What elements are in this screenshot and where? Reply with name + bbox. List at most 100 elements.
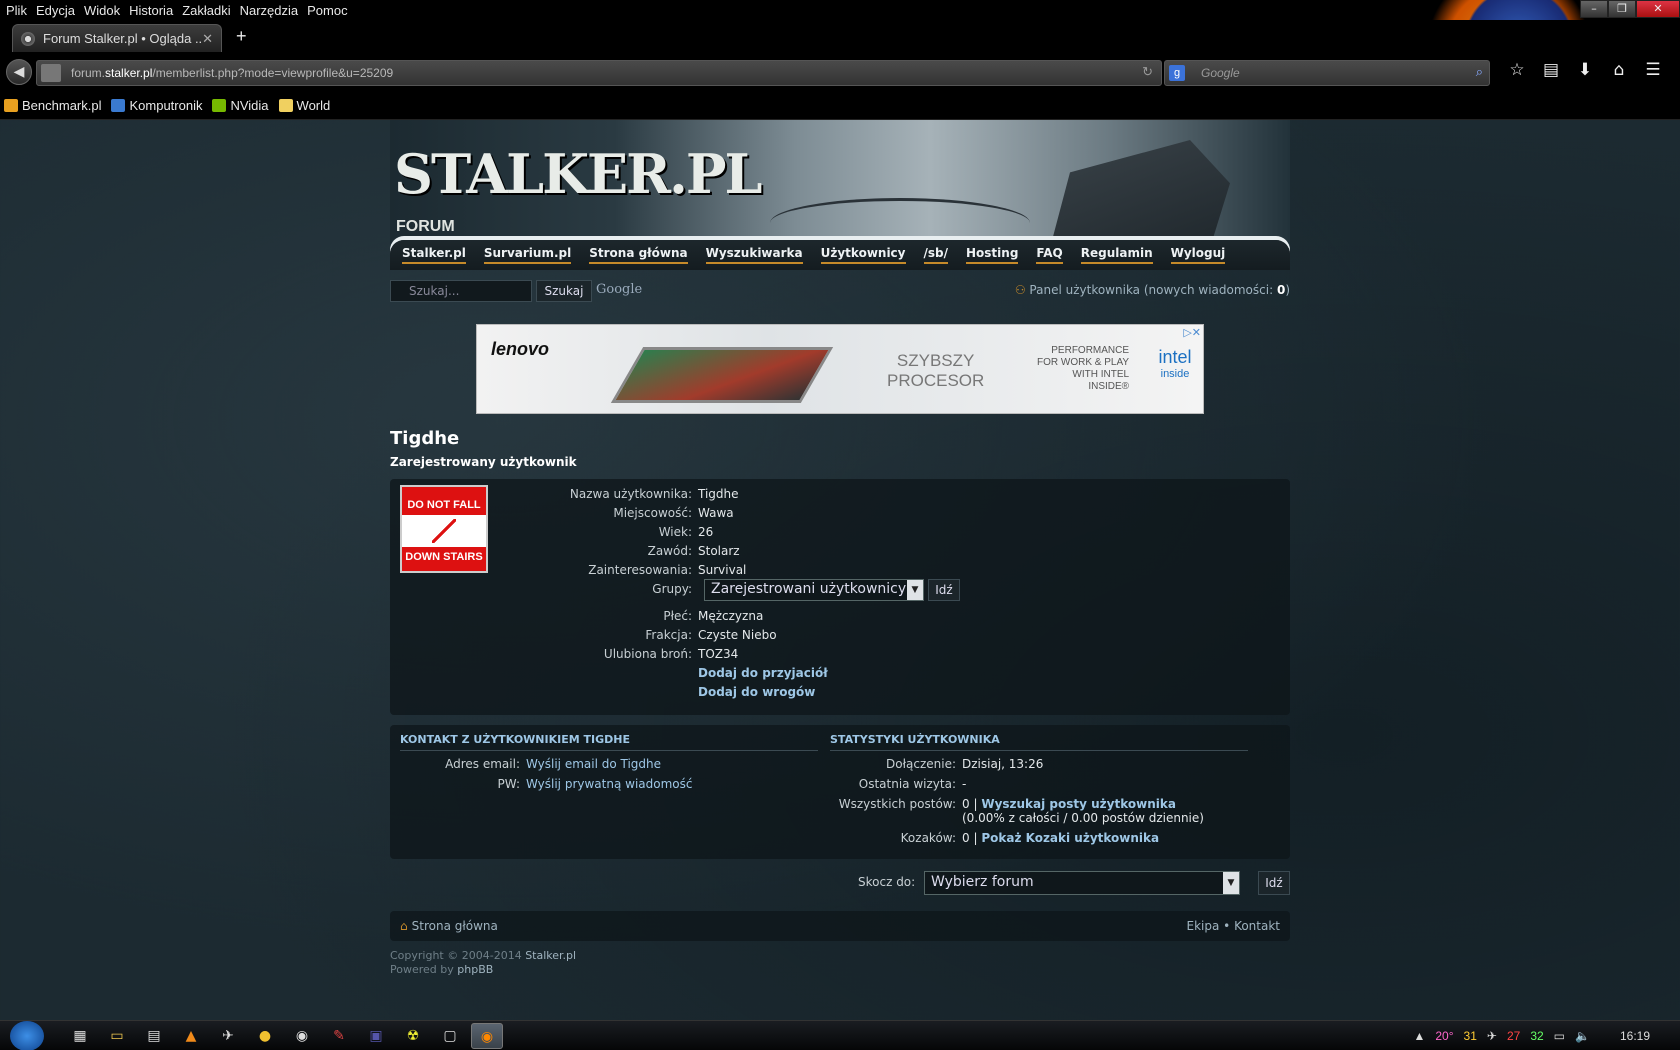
joined-row: Dołączenie: Dzisiaj, 13:26: [830, 757, 1248, 771]
ad-close-icon[interactable]: ▷✕: [1183, 326, 1201, 339]
field-groups: Grupy:: [390, 582, 698, 596]
new-tab-button[interactable]: +: [236, 26, 247, 47]
bookmark-nvidia[interactable]: NVidia: [212, 98, 269, 113]
forum-page: STALKER.PL FORUM Stalker.pl Survarium.pl…: [390, 120, 1290, 977]
home-icon[interactable]: ⌂: [1602, 60, 1636, 80]
powered-text: Powered by: [390, 963, 458, 976]
bookmark-world[interactable]: World: [278, 98, 331, 113]
chevron-down-icon[interactable]: ▼: [1223, 872, 1239, 894]
forum-search-input[interactable]: Szukaj...: [390, 280, 532, 302]
minimize-button[interactable]: –: [1580, 0, 1608, 18]
forum-search-button[interactable]: Szukaj: [536, 280, 592, 302]
url-prefix: forum.: [71, 66, 106, 80]
tray-volume-icon[interactable]: 🔈: [1575, 1029, 1590, 1043]
send-email-link[interactable]: Wyślij email do Tigdhe: [526, 757, 661, 771]
search-bar[interactable]: g Google ⌕: [1164, 60, 1490, 86]
taskbar-folder-icon[interactable]: ▭: [101, 1023, 133, 1049]
menu-widok[interactable]: Widok: [84, 3, 120, 18]
taskbar-firefox-icon[interactable]: ◉: [471, 1022, 503, 1049]
tab-close-icon[interactable]: ✕: [202, 31, 213, 47]
nav-users[interactable]: Użytkownicy: [820, 246, 906, 264]
menu-pomoc[interactable]: Pomoc: [307, 3, 347, 18]
taskbar-app-icon[interactable]: ●: [249, 1023, 281, 1049]
browser-tab[interactable]: Forum Stalker.pl • Ogląda ... ✕: [12, 24, 222, 52]
search-icon[interactable]: ⌕: [1476, 64, 1483, 80]
chevron-down-icon[interactable]: ▼: [907, 580, 923, 600]
show-kozaki-link[interactable]: Pokaż Kozaki użytkownika: [981, 831, 1159, 845]
downloads-icon[interactable]: ⬇: [1568, 60, 1602, 80]
contact-link[interactable]: Kontakt: [1234, 919, 1280, 933]
advertisement-banner[interactable]: lenovo SZYBSZY PROCESOR PERFORMANCE FOR WO…: [476, 324, 1204, 414]
taskbar-save-icon[interactable]: ▣: [360, 1023, 392, 1049]
jump-go-button[interactable]: Idź: [1258, 871, 1290, 895]
menu-historia[interactable]: Historia: [129, 3, 173, 18]
groups-select[interactable]: Zarejestrowani użytkownicy ▼: [704, 579, 924, 601]
taskbar-steam-icon[interactable]: ◉: [286, 1023, 318, 1049]
menu-plik[interactable]: Plik: [6, 3, 27, 18]
maximize-button[interactable]: ❐: [1608, 0, 1636, 18]
bookmark-benchmark[interactable]: Benchmark.pl: [4, 98, 101, 113]
back-button[interactable]: ◀: [6, 59, 32, 85]
tray-plane-icon[interactable]: ✈: [1487, 1029, 1497, 1043]
stalker-link[interactable]: Stalker.pl: [525, 949, 576, 962]
footer-home-link[interactable]: ⌂ Strona główna: [400, 919, 498, 933]
menu-edycja[interactable]: Edycja: [36, 3, 75, 18]
bookmark-komputronik[interactable]: Komputronik: [111, 98, 202, 113]
field-value: Czyste Niebo: [698, 628, 777, 642]
taskbar-radiation-icon[interactable]: ☢: [397, 1023, 429, 1049]
nav-home[interactable]: Strona główna: [589, 246, 688, 264]
team-link[interactable]: Ekipa: [1186, 919, 1219, 933]
nav-search[interactable]: Wyszukiwarka: [705, 246, 803, 264]
url-bar[interactable]: forum. stalker.pl/memberlist.php?mode=vie…: [36, 60, 1162, 86]
phpbb-link[interactable]: phpBB: [457, 963, 493, 976]
tray-c: 32: [1530, 1029, 1544, 1043]
hamburger-menu-icon[interactable]: ☰: [1636, 60, 1670, 80]
jump-forum-select[interactable]: Wybierz forum ▼: [924, 871, 1240, 895]
ad-perf-text: PERFORMANCE FOR WORK & PLAY WITH INTEL INSI…: [1037, 345, 1129, 393]
menu-narzedzia[interactable]: Narzędzia: [240, 3, 299, 18]
menu-zakladki[interactable]: Zakładki: [182, 3, 230, 18]
tray-network-icon[interactable]: ▭: [1554, 1029, 1565, 1043]
bookmarks-menu-icon[interactable]: ▤: [1534, 60, 1568, 80]
send-pm-link[interactable]: Wyślij prywatną wiadomość: [526, 777, 692, 791]
groups-go-button[interactable]: Idź: [928, 579, 960, 601]
taskbar-tool-icon[interactable]: ✎: [323, 1023, 355, 1049]
nav-hosting[interactable]: Hosting: [966, 246, 1019, 264]
site-logo[interactable]: STALKER.PL: [394, 142, 762, 206]
taskbar-disk-icon[interactable]: ▦: [64, 1023, 96, 1049]
google-icon[interactable]: g: [1169, 65, 1185, 81]
nav-sb[interactable]: /sb/: [923, 246, 948, 264]
tab-favicon-icon: [21, 31, 35, 46]
ad-laptop-image: [610, 347, 834, 403]
search-posts-link[interactable]: Wyszukaj posty użytkownika: [981, 797, 1176, 811]
nav-logout[interactable]: Wyloguj: [1170, 246, 1226, 264]
field-value: Survival: [698, 563, 747, 577]
tray-b: 27: [1506, 1029, 1521, 1043]
taskbar-plane-icon[interactable]: ✈: [212, 1023, 244, 1049]
nav-rules[interactable]: Regulamin: [1080, 246, 1153, 264]
add-friend-link[interactable]: Dodaj do przyjaciół: [698, 666, 828, 680]
url-domain: stalker.pl: [105, 66, 153, 80]
nav-survarium[interactable]: Survarium.pl: [483, 246, 572, 264]
close-window-button[interactable]: ✕: [1636, 0, 1680, 18]
taskbar-media-icon[interactable]: ▤: [138, 1023, 170, 1049]
clock[interactable]: 16:19: [1620, 1029, 1650, 1043]
nav-faq[interactable]: FAQ: [1036, 246, 1063, 264]
taskbar-window-icon[interactable]: ▢: [434, 1023, 466, 1049]
reload-icon[interactable]: ↻: [1142, 64, 1153, 80]
email-row: Adres email: Wyślij email do Tigdhe: [400, 757, 818, 771]
stats-section: STATYSTYKI UŻYTKOWNIKA Dołączenie: Dzisia…: [830, 733, 1248, 845]
start-button[interactable]: [10, 1020, 44, 1050]
add-foe-link[interactable]: Dodaj do wrogów: [698, 685, 815, 699]
footer-home-label: Strona główna: [411, 919, 498, 933]
ad-perf-3: WITH INTEL: [1072, 369, 1130, 380]
add-foe-row: Dodaj do wrogów: [390, 685, 815, 699]
tray-show-hidden-icon[interactable]: ▲: [1413, 1029, 1425, 1043]
taskbar-vlc-icon[interactable]: ▲: [175, 1023, 207, 1049]
user-panel-link[interactable]: ⚇ Panel użytkownika (nowych wiadomości: …: [1015, 283, 1290, 297]
nav-stalker[interactable]: Stalker.pl: [402, 246, 466, 264]
google-search-link[interactable]: Google: [596, 282, 642, 297]
bookmark-label: World: [296, 98, 331, 113]
bookmark-star-icon[interactable]: ☆: [1500, 60, 1534, 80]
